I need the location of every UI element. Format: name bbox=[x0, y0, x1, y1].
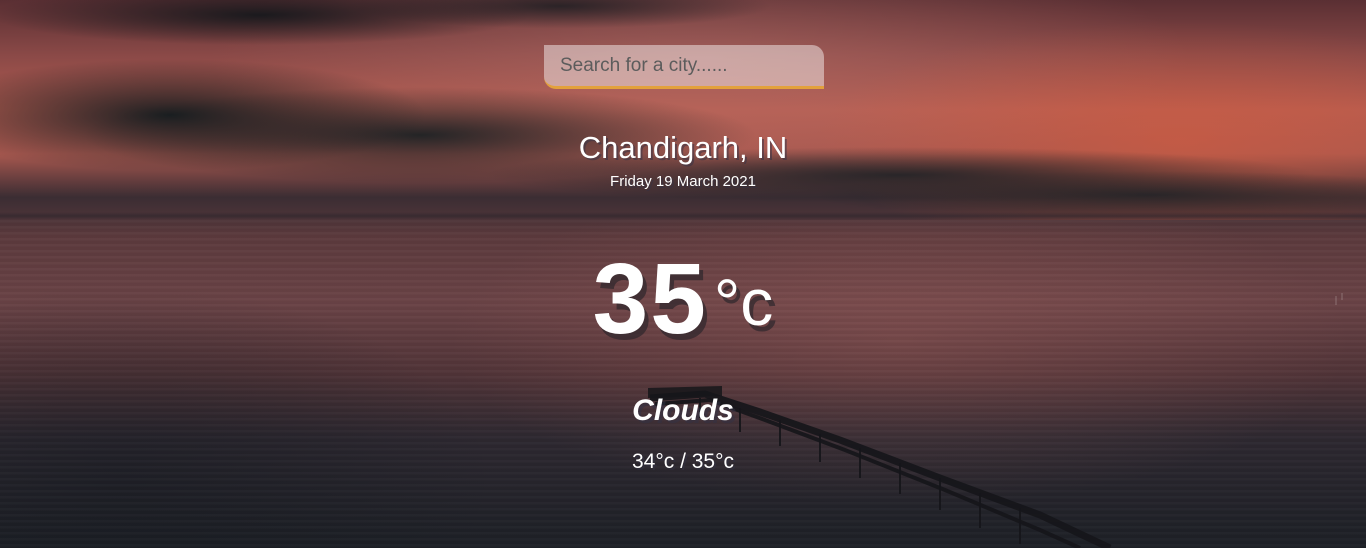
temperature-range: 34°c / 35°c bbox=[631, 450, 735, 473]
weather-app: Chandigarh, IN Friday 19 March 2021 35°c… bbox=[0, 0, 1366, 548]
temperature-value: 35 bbox=[592, 243, 708, 355]
temperature-display: 35°c bbox=[0, 242, 1366, 357]
location-name: Chandigarh, IN bbox=[578, 130, 788, 165]
current-date: Friday 19 March 2021 bbox=[610, 173, 756, 190]
weather-condition: Clouds bbox=[632, 394, 734, 427]
city-search-input[interactable] bbox=[544, 45, 824, 89]
temperature-unit: °c bbox=[713, 265, 774, 339]
